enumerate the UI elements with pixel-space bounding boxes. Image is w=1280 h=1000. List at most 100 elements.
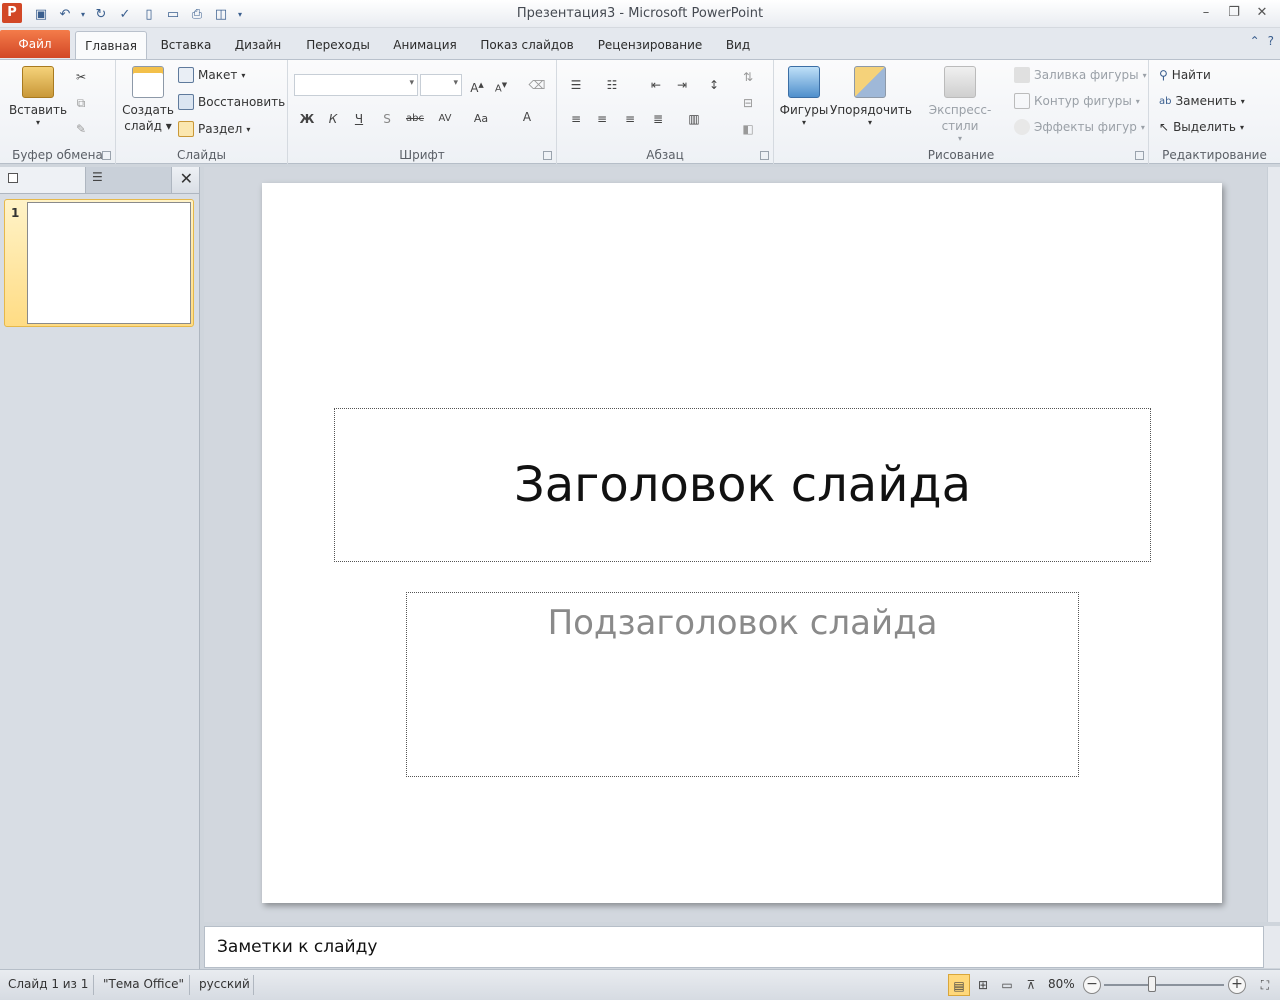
slide-subtitle-text[interactable]: Подзаголовок слайда bbox=[407, 603, 1078, 643]
shape-outline-button[interactable]: Контур фигуры ▾ bbox=[1014, 90, 1140, 112]
zoom-in-icon[interactable]: + bbox=[1228, 976, 1246, 994]
clipboard-launcher-icon[interactable] bbox=[102, 151, 111, 160]
redo-icon[interactable]: ↻ bbox=[90, 4, 112, 24]
undo-dropdown-icon[interactable]: ▾ bbox=[78, 4, 88, 24]
normal-view-icon[interactable]: ▤ bbox=[948, 974, 970, 996]
tab-home[interactable]: Главная bbox=[75, 31, 147, 60]
replace-button[interactable]: ab Заменить ▾ bbox=[1159, 90, 1245, 112]
align-left-icon[interactable]: ≡ bbox=[565, 108, 587, 130]
slide-show-view-icon[interactable]: ⊼ bbox=[1020, 974, 1042, 996]
numbering-icon[interactable]: ☷ bbox=[601, 74, 623, 96]
reset-button[interactable]: Восстановить bbox=[178, 91, 285, 113]
format-painter-icon[interactable]: ✎ bbox=[70, 118, 92, 140]
customize-qat-icon[interactable]: ▾ bbox=[234, 4, 246, 24]
shape-fill-button[interactable]: Заливка фигуры ▾ bbox=[1014, 64, 1147, 86]
paragraph-launcher-icon[interactable] bbox=[760, 151, 769, 160]
tab-insert[interactable]: Вставка bbox=[154, 31, 218, 59]
restore-icon[interactable]: ❐ bbox=[1222, 4, 1246, 22]
subtitle-placeholder[interactable]: Подзаголовок слайда bbox=[406, 592, 1079, 777]
new-document-icon[interactable]: ▯ bbox=[138, 4, 160, 24]
print-icon[interactable]: ⎙ bbox=[186, 4, 208, 24]
close-window-icon[interactable]: ✕ bbox=[1250, 4, 1274, 22]
columns-icon[interactable]: ▥ bbox=[683, 108, 705, 130]
tab-view[interactable]: Вид bbox=[720, 31, 756, 59]
quick-styles-button[interactable]: Экспресс-стили ▾ bbox=[912, 66, 1008, 144]
cut-icon[interactable]: ✂ bbox=[70, 66, 92, 88]
shape-effects-button[interactable]: Эффекты фигур ▾ bbox=[1014, 116, 1145, 138]
shapes-button[interactable]: Фигуры ▾ bbox=[778, 66, 830, 128]
open-folder-icon[interactable]: ▭ bbox=[162, 4, 184, 24]
powerpoint-app-icon[interactable]: P bbox=[2, 3, 22, 23]
shadow-icon[interactable]: S bbox=[376, 108, 398, 130]
undo-icon[interactable]: ↶ bbox=[54, 4, 76, 24]
justify-icon[interactable]: ≣ bbox=[647, 108, 669, 130]
minimize-icon[interactable]: – bbox=[1194, 4, 1218, 22]
bold-icon[interactable]: Ж bbox=[296, 108, 318, 130]
slide-count-status[interactable]: Слайд 1 из 1 bbox=[8, 977, 88, 991]
help-icon[interactable]: ? bbox=[1268, 34, 1274, 48]
layout-button[interactable]: Макет ▾ bbox=[178, 64, 245, 86]
font-color-icon[interactable]: A bbox=[516, 106, 538, 128]
save-icon[interactable]: ▣ bbox=[30, 4, 52, 24]
align-center-icon[interactable]: ≡ bbox=[591, 108, 613, 130]
tab-slide-show[interactable]: Показ слайдов bbox=[474, 31, 580, 59]
font-size-combo[interactable] bbox=[420, 74, 462, 96]
decrease-indent-icon[interactable]: ⇤ bbox=[645, 74, 667, 96]
section-button[interactable]: Раздел ▾ bbox=[178, 118, 250, 140]
select-button[interactable]: ↖ Выделить ▾ bbox=[1159, 116, 1244, 138]
change-case-icon[interactable]: Aa bbox=[470, 108, 492, 130]
slide-sorter-view-icon[interactable]: ⊞ bbox=[972, 974, 994, 996]
slide-thumbnail-item[interactable]: 1 bbox=[4, 199, 194, 327]
print-preview-icon[interactable]: ◫ bbox=[210, 4, 232, 24]
tab-animation[interactable]: Анимация bbox=[388, 31, 462, 59]
notes-placeholder-text[interactable]: Заметки к слайду bbox=[217, 937, 377, 957]
zoom-slider-thumb[interactable] bbox=[1148, 976, 1156, 992]
tab-outline[interactable]: ☰ bbox=[86, 167, 172, 193]
notes-pane[interactable]: Заметки к слайду bbox=[204, 926, 1264, 968]
slide-title-text[interactable]: Заголовок слайда bbox=[335, 457, 1150, 513]
tab-slides-thumbnails[interactable] bbox=[0, 167, 86, 193]
font-family-combo[interactable] bbox=[294, 74, 418, 96]
spelling-icon[interactable]: ✓ bbox=[114, 4, 136, 24]
zoom-slider-track[interactable] bbox=[1104, 984, 1224, 986]
align-text-icon[interactable]: ⊟ bbox=[737, 92, 759, 114]
grow-font-icon[interactable]: A▲ bbox=[466, 74, 488, 96]
font-launcher-icon[interactable] bbox=[543, 151, 552, 160]
editor-vertical-scrollbar[interactable] bbox=[1267, 167, 1280, 922]
zoom-out-icon[interactable]: − bbox=[1083, 976, 1101, 994]
zoom-level[interactable]: 80% bbox=[1048, 977, 1075, 991]
tab-file[interactable]: Файл bbox=[0, 30, 70, 58]
smartart-icon[interactable]: ◧ bbox=[737, 118, 759, 140]
tab-transitions[interactable]: Переходы bbox=[298, 31, 378, 59]
new-slide-button[interactable]: Создать слайд ▾ bbox=[120, 66, 176, 134]
close-panel-icon[interactable]: ✕ bbox=[180, 169, 193, 188]
paste-button[interactable]: Вставить ▾ bbox=[8, 66, 68, 128]
align-right-icon[interactable]: ≡ bbox=[619, 108, 641, 130]
bullets-icon[interactable]: ☰ bbox=[565, 74, 587, 96]
slide-thumbnail[interactable] bbox=[27, 202, 191, 324]
shrink-font-icon[interactable]: A▼ bbox=[490, 74, 512, 96]
underline-icon[interactable]: Ч bbox=[348, 108, 370, 130]
tab-review[interactable]: Рецензирование bbox=[592, 31, 708, 59]
slide-canvas[interactable]: Заголовок слайда Подзаголовок слайда bbox=[262, 183, 1222, 903]
copy-icon[interactable]: ⧉ bbox=[70, 92, 92, 114]
title-placeholder[interactable]: Заголовок слайда bbox=[334, 408, 1151, 562]
reading-view-icon[interactable]: ▭ bbox=[996, 974, 1018, 996]
arrange-button[interactable]: Упорядочить ▾ bbox=[830, 66, 912, 128]
clear-formatting-icon[interactable]: ⌫ bbox=[526, 74, 548, 96]
increase-indent-icon[interactable]: ⇥ bbox=[671, 74, 693, 96]
character-spacing-icon[interactable]: AV bbox=[434, 108, 456, 130]
minimize-ribbon-icon[interactable]: ⌃ bbox=[1250, 34, 1260, 48]
italic-icon[interactable]: К bbox=[322, 108, 344, 130]
quick-access-toolbar: ▣ ↶ ▾ ↻ ✓ ▯ ▭ ⎙ ◫ ▾ bbox=[30, 4, 246, 24]
line-spacing-icon[interactable]: ↕ bbox=[703, 74, 725, 96]
tab-design[interactable]: Дизайн bbox=[228, 31, 288, 59]
notes-scrollbar[interactable] bbox=[1264, 926, 1280, 968]
drawing-launcher-icon[interactable] bbox=[1135, 151, 1144, 160]
fit-to-window-icon[interactable]: ⛶ bbox=[1254, 974, 1276, 996]
strikethrough-icon[interactable]: abc bbox=[404, 108, 426, 130]
language-status[interactable]: русский bbox=[199, 977, 250, 991]
find-button[interactable]: ⚲ Найти bbox=[1159, 64, 1211, 86]
text-direction-icon[interactable]: ⇅ bbox=[737, 66, 759, 88]
theme-status[interactable]: "Тема Office" bbox=[103, 977, 184, 991]
